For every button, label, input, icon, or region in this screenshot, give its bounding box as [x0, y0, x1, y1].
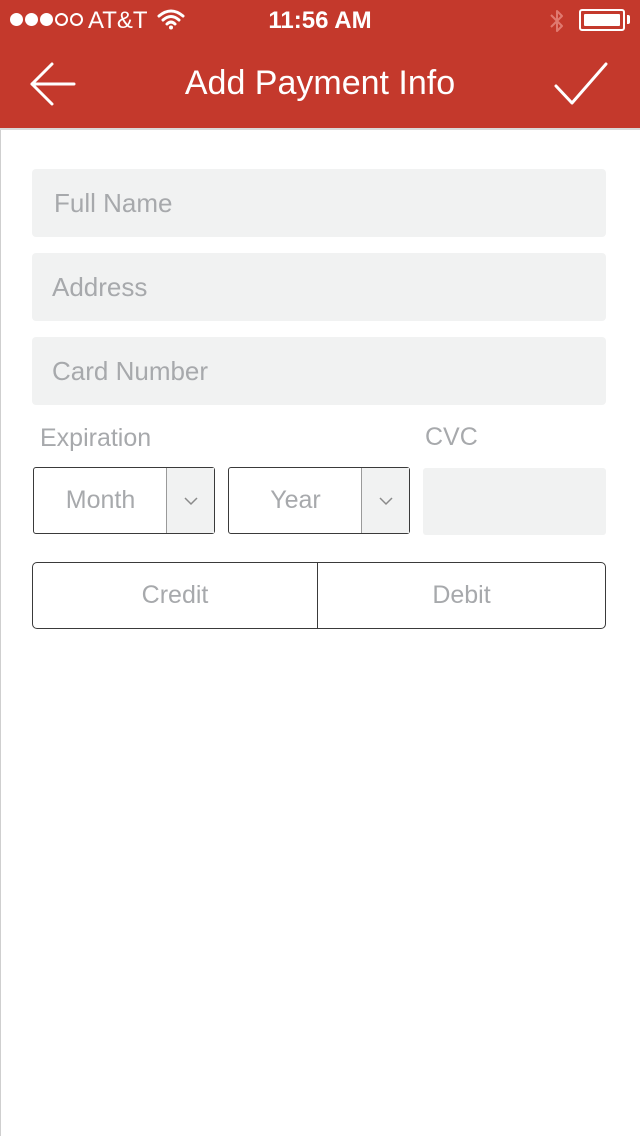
month-select[interactable]: Month: [33, 467, 215, 534]
expiration-label: Expiration: [40, 424, 152, 452]
checkmark-icon: [554, 62, 608, 105]
address-input[interactable]: [32, 253, 606, 321]
chevron-down-icon: [166, 468, 214, 533]
year-select-value: Year: [270, 486, 321, 514]
bluetooth-icon: [548, 8, 566, 39]
battery-tip: [627, 15, 630, 24]
debit-option[interactable]: Debit: [318, 563, 605, 628]
cvc-input[interactable]: [423, 468, 606, 535]
status-time: 11:56 AM: [268, 7, 372, 34]
card-number-input[interactable]: [32, 337, 606, 405]
battery-icon: [579, 9, 625, 31]
screen-edge: [0, 130, 1, 1136]
chevron-down-icon: [361, 468, 409, 533]
cvc-label: CVC: [425, 423, 478, 451]
card-type-toggle: Credit Debit: [32, 562, 606, 629]
full-name-input[interactable]: [32, 169, 606, 237]
page-title: Add Payment Info: [184, 64, 456, 102]
header-divider: [0, 128, 640, 130]
confirm-button[interactable]: [550, 56, 612, 108]
month-select-value: Month: [65, 486, 136, 514]
status-bar: AT&T 11:56 AM: [0, 0, 640, 40]
credit-option[interactable]: Credit: [33, 563, 318, 628]
year-select[interactable]: Year: [228, 467, 410, 534]
